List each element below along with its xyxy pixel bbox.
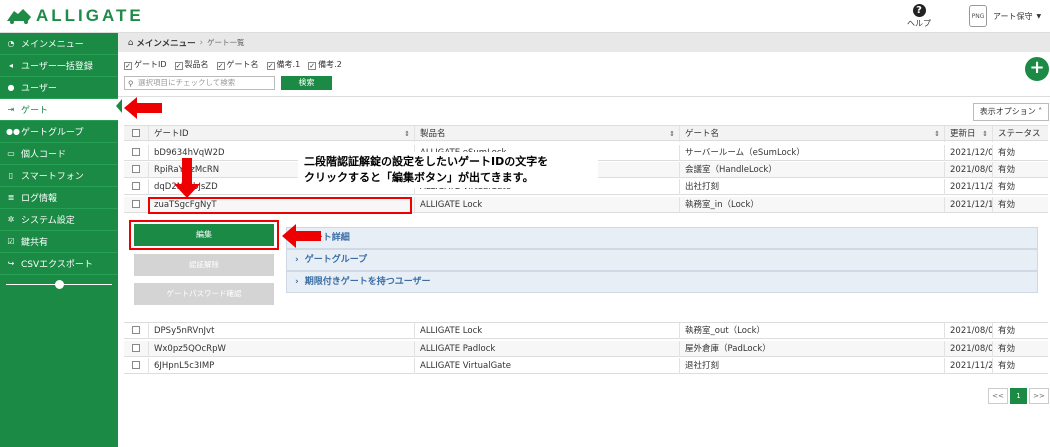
gate-password-button[interactable]: ゲートパスワード確認: [134, 283, 274, 305]
pager-next[interactable]: >>: [1029, 388, 1049, 404]
checkbox-icon: ✓: [308, 62, 317, 70]
instruction-callout: 二段階認証解錠の設定をしたいゲートIDの文字を クリックすると「編集ボタン」が出…: [298, 152, 598, 188]
sidebar-item-gate[interactable]: ⇥ ゲート: [0, 99, 118, 121]
chevron-right-icon: ›: [295, 255, 299, 265]
checkbox-icon: ✓: [174, 62, 183, 70]
filter-gate-name[interactable]: ✓ ゲート名: [216, 59, 259, 70]
highlight-gate-id: [148, 197, 412, 214]
row-checkbox[interactable]: [132, 165, 140, 173]
dashboard-icon: ◔: [7, 39, 15, 48]
pager-prev[interactable]: <<: [988, 388, 1008, 404]
sort-icon: ⇕: [934, 130, 940, 138]
table-row[interactable]: Wx0pz5QOcRpW ALLIGATE Padlock 屋外倉庫（PadLo…: [124, 341, 1048, 357]
help-button[interactable]: ? ヘルプ: [905, 4, 933, 29]
filter-note-1[interactable]: ✓ 備考.1: [266, 59, 300, 70]
users-icon: ●●: [6, 127, 20, 136]
sidebar-item-main-menu[interactable]: ◔ メインメニュー: [0, 33, 118, 55]
accordion-gate-group[interactable]: › ゲートグループ: [286, 249, 1038, 271]
gear-icon: ✲: [7, 215, 15, 224]
divider: [118, 96, 1050, 97]
accordion-gate-detail[interactable]: ›ゲート詳細: [286, 227, 1038, 249]
list-icon: ≣: [7, 193, 15, 202]
row-checkbox[interactable]: [132, 344, 140, 352]
sidebar-item-system-settings[interactable]: ✲ システム設定: [0, 209, 118, 231]
slider-knob[interactable]: [55, 279, 64, 289]
chevron-up-icon: ˄: [1038, 107, 1043, 116]
chevron-right-icon: ›: [295, 277, 299, 287]
filter-product-name[interactable]: ✓ 製品名: [174, 59, 209, 70]
unlock-auth-button[interactable]: 認証解除: [134, 254, 274, 276]
table-row[interactable]: 6JHpnL5c3IMP ALLIGATE VirtualGate 退社打刻 2…: [124, 358, 1048, 374]
sidebar-item-csv-export[interactable]: ↪ CSVエクスポート: [0, 253, 118, 275]
sidebar-item-key-share[interactable]: ☑ 鍵共有: [0, 231, 118, 253]
col-product-name[interactable]: 製品名 ⇕: [414, 126, 679, 142]
row-checkbox[interactable]: [132, 361, 140, 369]
table-row[interactable]: DPSy5nRVnJvt ALLIGATE Lock 執務室_out（Lock）…: [124, 323, 1048, 339]
logo[interactable]: ALLIGATE: [6, 6, 144, 26]
question-icon: ?: [912, 4, 926, 17]
sidebar-item-smartphone[interactable]: ▯ スマートフォン: [0, 165, 118, 187]
search-placeholder: 選択項目にチェックして検索: [138, 78, 236, 87]
sidebar-item-personal-code[interactable]: ▭ 個人コード: [0, 143, 118, 165]
col-gate-name[interactable]: ゲート名 ⇕: [679, 126, 944, 142]
sidebar-item-log[interactable]: ≣ ログ情報: [0, 187, 118, 209]
checkbox-icon: ✓: [216, 62, 225, 70]
arrow-left-icon: [124, 97, 162, 119]
row-checkbox[interactable]: [132, 182, 140, 190]
sidebar: ◔ メインメニュー ◂ ユーザー一括登録 ● ユーザー ⇥ ゲート ●● ゲートグループ …: [0, 33, 118, 447]
sort-icon: ⇕: [982, 130, 988, 138]
top-bar: ALLIGATE ? ヘルプ PNG アート保守 ▼: [0, 0, 1050, 33]
help-label: ヘルプ: [907, 19, 931, 28]
check-icon: ☑: [7, 237, 15, 246]
checkbox-icon: ✓: [124, 62, 132, 70]
export-icon: ↪: [7, 259, 15, 268]
breadcrumb-root[interactable]: メインメニュー: [136, 37, 195, 49]
arrow-left-icon: [282, 224, 321, 248]
add-gate-button[interactable]: +: [1025, 57, 1049, 81]
sort-icon: ⇕: [404, 130, 410, 138]
gate-id-link[interactable]: Wx0pz5QOcRpW: [148, 341, 414, 357]
col-updated[interactable]: 更新日 ⇕: [944, 126, 992, 142]
breadcrumb: ⌂ メインメニュー › ゲート一覧: [118, 33, 1050, 52]
pager-page-1[interactable]: 1: [1010, 388, 1027, 404]
table-header: ゲートID ⇕ 製品名 ⇕ ゲート名 ⇕ 更新日 ⇕ ステータス: [124, 125, 1048, 142]
avatar: PNG: [969, 5, 987, 27]
logo-text: ALLIGATE: [36, 6, 144, 25]
sort-icon: ⇕: [669, 130, 675, 138]
arrow-down-icon: [174, 158, 200, 198]
sidebar-slider[interactable]: [0, 275, 118, 293]
sidebar-item-user[interactable]: ● ユーザー: [0, 77, 118, 99]
sign-in-icon: ⇥: [7, 105, 15, 114]
caret-down-icon: ▼: [1036, 12, 1042, 20]
col-gate-id[interactable]: ゲートID ⇕: [148, 126, 414, 142]
filter-gate-id[interactable]: ✓ ゲートID: [124, 59, 167, 70]
filter-note-2[interactable]: ✓ 備考.2: [308, 59, 342, 70]
row-checkbox[interactable]: [132, 326, 140, 334]
share-icon: ◂: [8, 61, 13, 70]
row-checkbox[interactable]: [132, 200, 140, 208]
search-filters: ✓ ゲートID ✓ 製品名 ✓ ゲート名 ✓ 備考.1 ✓ 備考.2: [124, 59, 342, 70]
sidebar-item-gate-group[interactable]: ●● ゲートグループ: [0, 121, 118, 143]
breadcrumb-current: ゲート一覧: [207, 38, 245, 47]
user-icon: ●: [7, 83, 15, 92]
search-icon: ⚲: [128, 79, 134, 88]
select-all-checkbox[interactable]: [132, 129, 140, 137]
highlight-edit-button: [129, 220, 279, 250]
card-icon: ▭: [7, 149, 15, 158]
phone-icon: ▯: [8, 171, 14, 180]
user-menu[interactable]: PNG アート保守 ▼: [969, 5, 1041, 27]
sidebar-item-user-bulk[interactable]: ◂ ユーザー一括登録: [0, 55, 118, 77]
checkbox-icon: ✓: [266, 62, 275, 70]
gate-id-link[interactable]: 6JHpnL5c3IMP: [148, 358, 414, 374]
search-button[interactable]: 検索: [281, 76, 332, 90]
col-status[interactable]: ステータス: [992, 126, 1048, 142]
alligator-logo-icon: [7, 9, 31, 24]
search-input[interactable]: ⚲ 選択項目にチェックして検索: [124, 76, 275, 90]
row-checkbox[interactable]: [132, 148, 140, 156]
gate-id-link[interactable]: DPSy5nRVnJvt: [148, 323, 414, 339]
display-options-button[interactable]: 表示オプション ˄: [973, 103, 1049, 121]
accordion-timed-users[interactable]: › 期限付きゲートを持つユーザー: [286, 271, 1038, 293]
home-icon: ⌂: [128, 37, 134, 48]
user-name: アート保守: [993, 11, 1033, 21]
